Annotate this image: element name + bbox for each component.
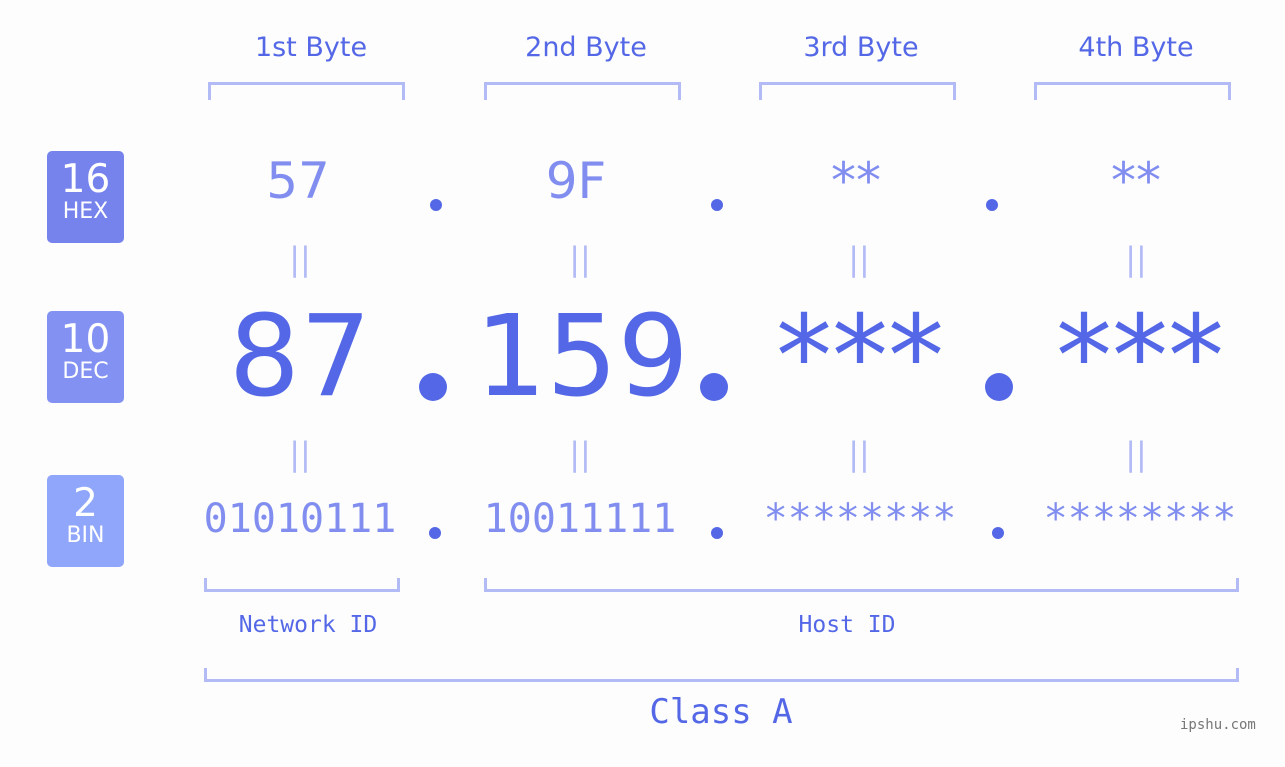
equals-sign: || bbox=[569, 240, 591, 278]
hex-value-4: ** bbox=[1111, 152, 1161, 210]
network-id-bracket bbox=[204, 578, 400, 592]
dec-label: DEC bbox=[62, 359, 109, 384]
dec-value-3: *** bbox=[776, 292, 944, 422]
dec-separator-dot bbox=[700, 373, 728, 401]
bin-value-4: ******** bbox=[1043, 496, 1237, 542]
hex-value-2: 9F bbox=[545, 152, 607, 210]
byte-bracket-3 bbox=[759, 82, 956, 100]
byte-bracket-4 bbox=[1034, 82, 1231, 100]
bin-value-2: 10011111 bbox=[483, 496, 677, 542]
network-id-label: Network ID bbox=[238, 612, 378, 638]
equals-sign: || bbox=[289, 240, 311, 278]
class-label: Class A bbox=[649, 692, 793, 732]
bin-value-3: ******** bbox=[763, 496, 957, 542]
host-id-bracket bbox=[484, 578, 1239, 592]
class-bracket bbox=[204, 668, 1239, 682]
bin-base: 2 bbox=[73, 481, 98, 526]
hex-base: 16 bbox=[60, 157, 111, 202]
hex-value-3: ** bbox=[831, 152, 881, 210]
byte-header-4: 4th Byte bbox=[1078, 32, 1194, 63]
dec-badge: 10 DEC bbox=[47, 311, 124, 403]
byte-bracket-1 bbox=[208, 82, 405, 100]
byte-header-1: 1st Byte bbox=[254, 32, 368, 63]
bin-value-1: 01010111 bbox=[203, 496, 397, 542]
hex-separator-dot bbox=[430, 199, 442, 211]
equals-sign: || bbox=[569, 435, 591, 473]
bin-separator-dot bbox=[711, 527, 723, 539]
hex-separator-dot bbox=[711, 199, 723, 211]
equals-sign: || bbox=[289, 435, 311, 473]
hex-label: HEX bbox=[62, 199, 109, 224]
equals-sign: || bbox=[848, 240, 870, 278]
equals-sign: || bbox=[1125, 240, 1147, 278]
equals-sign: || bbox=[848, 435, 870, 473]
dec-base: 10 bbox=[60, 317, 111, 362]
bin-label: BIN bbox=[66, 523, 105, 548]
dec-separator-dot bbox=[985, 373, 1013, 401]
dec-value-1: 87 bbox=[228, 292, 372, 422]
bin-separator-dot bbox=[429, 527, 441, 539]
dec-value-2: 159 bbox=[475, 292, 689, 422]
byte-bracket-2 bbox=[484, 82, 681, 100]
watermark: ipshu.com bbox=[1180, 717, 1256, 733]
bin-badge: 2 BIN bbox=[47, 475, 124, 567]
byte-header-2: 2nd Byte bbox=[525, 32, 647, 63]
equals-sign: || bbox=[1125, 435, 1147, 473]
hex-separator-dot bbox=[986, 199, 998, 211]
dec-separator-dot bbox=[419, 373, 447, 401]
hex-badge: 16 HEX bbox=[47, 151, 124, 243]
host-id-label: Host ID bbox=[798, 612, 896, 638]
bin-separator-dot bbox=[992, 527, 1004, 539]
dec-value-4: *** bbox=[1056, 292, 1224, 422]
hex-value-1: 57 bbox=[266, 152, 330, 210]
byte-header-3: 3rd Byte bbox=[803, 32, 919, 63]
